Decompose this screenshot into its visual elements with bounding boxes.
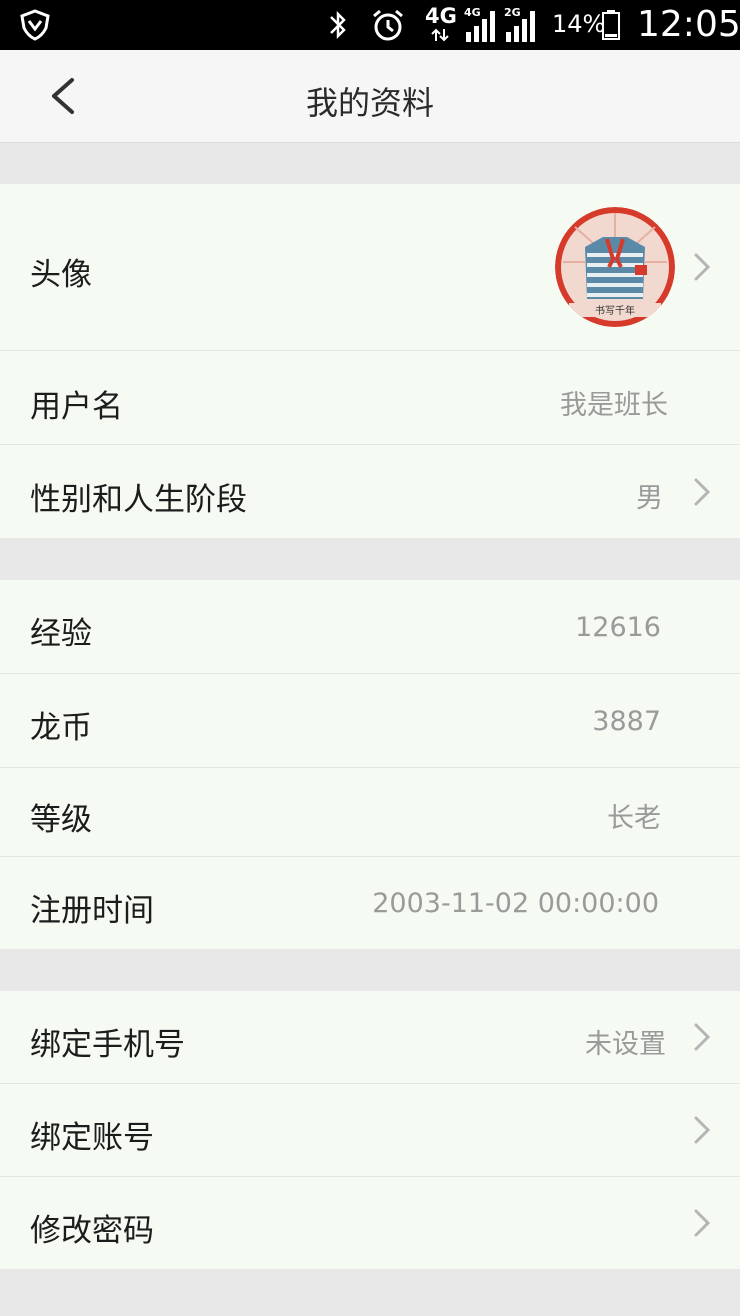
alarm-icon (373, 9, 403, 41)
experience-row: 经验 12616 (0, 580, 740, 674)
profile-section: 头像 书写千年 用户名 我是班长 性别和人生阶段 男 (0, 184, 740, 538)
avatar-image: 书写千年 (555, 207, 675, 327)
signal-strength-sim1: 4G (462, 6, 502, 44)
stats-section: 经验 12616 龙币 3887 等级 长老 注册时间 2003-11-02 0… (0, 580, 740, 949)
avatar-label: 头像 (30, 257, 92, 293)
change-password-label: 修改密码 (30, 1213, 154, 1249)
registration-time-row: 注册时间 2003-11-02 00:00:00 (0, 857, 740, 949)
data-transfer-icon (431, 28, 449, 42)
account-section: 绑定手机号 未设置 绑定账号 修改密码 (0, 991, 740, 1269)
chevron-right-icon (694, 1116, 711, 1144)
chevron-right-icon (694, 253, 711, 281)
chevron-right-icon (694, 478, 711, 506)
clock: 12:05 (637, 4, 740, 45)
registration-time-label: 注册时间 (30, 893, 154, 929)
bind-phone-row[interactable]: 绑定手机号 未设置 (0, 991, 740, 1084)
battery-percentage: 14% (552, 10, 606, 38)
coins-label: 龙币 (30, 710, 92, 746)
bind-account-row[interactable]: 绑定账号 (0, 1084, 740, 1177)
status-bar: 4G 4G 2G 14% 12:05 (0, 0, 740, 50)
level-row: 等级 长老 (0, 768, 740, 857)
gender-value: 男 (636, 483, 663, 514)
network-type-label: 4G (425, 4, 457, 42)
bluetooth-icon (330, 10, 346, 40)
signal-bars-icon (466, 11, 495, 42)
chevron-right-icon (694, 1209, 711, 1237)
bind-account-label: 绑定账号 (30, 1120, 154, 1156)
page-title: 我的资料 (305, 84, 434, 122)
experience-value: 12616 (575, 612, 661, 643)
registration-time-value: 2003-11-02 00:00:00 (372, 888, 659, 919)
change-password-row[interactable]: 修改密码 (0, 1177, 740, 1269)
nav-bar: 我的资料 (0, 50, 740, 143)
avatar[interactable]: 书写千年 (555, 207, 675, 327)
avatar-row[interactable]: 头像 书写千年 (0, 184, 740, 351)
level-value: 长老 (607, 803, 661, 834)
battery-icon (602, 10, 620, 40)
bind-phone-label: 绑定手机号 (30, 1027, 185, 1063)
coins-value: 3887 (592, 706, 661, 737)
gender-row[interactable]: 性别和人生阶段 男 (0, 445, 740, 538)
experience-label: 经验 (30, 616, 92, 652)
username-label: 用户名 (30, 389, 123, 425)
security-shield-icon (20, 9, 50, 41)
signal-strength-sim2: 2G (502, 6, 542, 44)
signal-bars-icon (506, 11, 535, 42)
bind-phone-value: 未设置 (585, 1029, 666, 1060)
avatar-caption: 书写千年 (595, 304, 635, 317)
level-label: 等级 (30, 802, 92, 838)
username-row: 用户名 我是班长 (0, 351, 740, 445)
gender-label: 性别和人生阶段 (30, 482, 247, 518)
username-value: 我是班长 (560, 390, 668, 421)
chevron-right-icon (694, 1023, 711, 1051)
coins-row: 龙币 3887 (0, 674, 740, 768)
